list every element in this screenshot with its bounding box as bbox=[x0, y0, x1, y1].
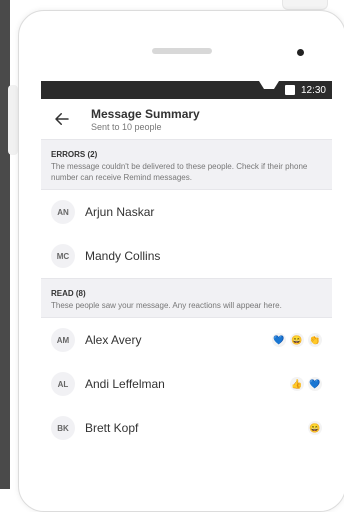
device-edge bbox=[0, 0, 18, 489]
reactions: 👍 💙 bbox=[290, 362, 322, 406]
person-row[interactable]: MC Mandy Collins bbox=[41, 234, 332, 278]
errors-section-header: ERRORS (2) The message couldn't be deliv… bbox=[41, 139, 332, 190]
person-name: Brett Kopf bbox=[85, 421, 139, 435]
battery-icon bbox=[284, 85, 295, 95]
header-titles: Message Summary Sent to 10 people bbox=[91, 107, 200, 132]
page-subtitle: Sent to 10 people bbox=[91, 121, 162, 132]
page-title: Message Summary bbox=[91, 106, 200, 121]
speaker-grille bbox=[152, 48, 212, 54]
heart-reaction-icon: 💙 bbox=[272, 333, 286, 347]
device-top-button bbox=[282, 0, 328, 10]
smile-reaction-icon: 😄 bbox=[308, 421, 322, 435]
thumbs-up-reaction-icon: 👍 bbox=[290, 377, 304, 391]
avatar: AN bbox=[51, 200, 75, 224]
person-row[interactable]: AN Arjun Naskar bbox=[41, 190, 332, 234]
avatar: BK bbox=[51, 416, 75, 440]
reactions: 💙 😄 👏 bbox=[272, 318, 322, 362]
app-header: Message Summary Sent to 10 people bbox=[41, 99, 332, 139]
wifi-icon bbox=[258, 81, 279, 99]
volume-button bbox=[8, 85, 18, 155]
person-row[interactable]: BK Brett Kopf 😄 bbox=[41, 406, 332, 450]
person-name: Alex Avery bbox=[85, 333, 142, 347]
phone-screen: 12:30 Message Summary Sent to 10 people … bbox=[41, 81, 332, 489]
person-name: Andi Leffelman bbox=[85, 377, 165, 391]
reactions: 😄 bbox=[308, 406, 322, 450]
clap-reaction-icon: 👏 bbox=[308, 333, 322, 347]
person-row[interactable]: AL Andi Leffelman 👍 💙 bbox=[41, 362, 332, 406]
person-name: Mandy Collins bbox=[85, 249, 161, 263]
avatar: AM bbox=[51, 328, 75, 352]
person-row[interactable]: AM Alex Avery 💙 😄 👏 bbox=[41, 318, 332, 362]
read-section-header: READ (8) These people saw your message. … bbox=[41, 278, 332, 318]
errors-description: The message couldn't be delivered to the… bbox=[51, 162, 308, 182]
back-arrow-icon[interactable] bbox=[51, 108, 73, 130]
smile-reaction-icon: 😄 bbox=[290, 333, 304, 347]
avatar: MC bbox=[51, 244, 75, 268]
read-description: These people saw your message. Any react… bbox=[51, 301, 282, 310]
read-heading: READ (8) bbox=[51, 289, 86, 298]
avatar: AL bbox=[51, 372, 75, 396]
front-camera bbox=[297, 49, 304, 56]
heart-reaction-icon: 💙 bbox=[308, 377, 322, 391]
person-name: Arjun Naskar bbox=[85, 205, 155, 219]
status-time: 12:30 bbox=[300, 84, 326, 96]
status-bar: 12:30 bbox=[41, 81, 332, 99]
errors-heading: ERRORS (2) bbox=[51, 150, 98, 159]
